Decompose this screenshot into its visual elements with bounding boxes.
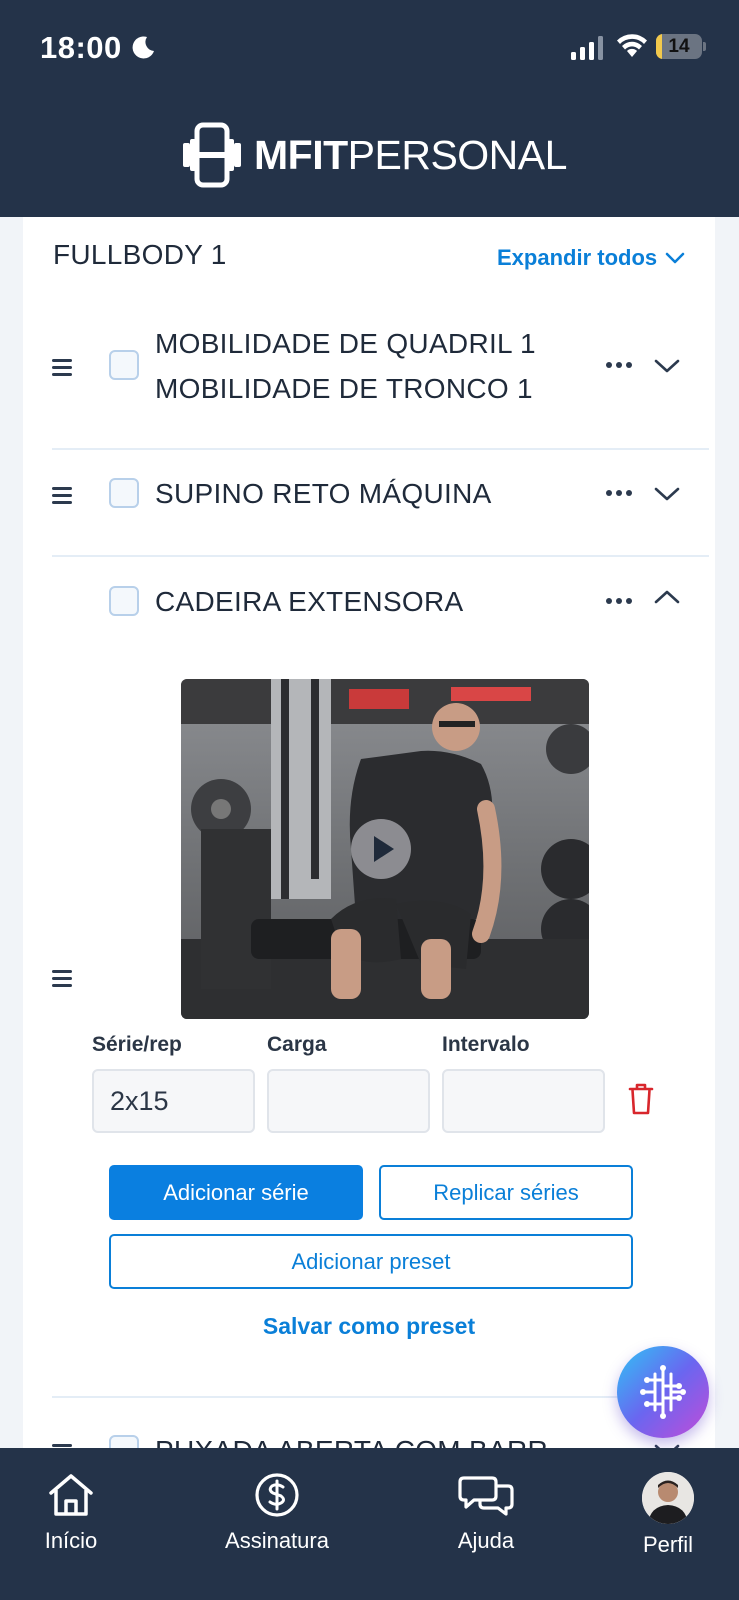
ai-assistant-button[interactable]	[617, 1346, 709, 1438]
reps-input[interactable]: 2x15	[92, 1069, 255, 1133]
exercise-checkbox[interactable]	[109, 586, 139, 616]
nav-home[interactable]: Início	[1, 1472, 141, 1554]
exercise-checkbox[interactable]	[109, 1435, 139, 1449]
nav-profile-label: Perfil	[642, 1532, 694, 1557]
play-icon[interactable]	[350, 818, 412, 880]
drag-handle-icon[interactable]	[52, 969, 74, 989]
user-photo-icon	[642, 1472, 694, 1524]
exercise-name: MOBILIDADE DE QUADRIL 1	[155, 328, 536, 359]
exercise-checkbox[interactable]	[109, 478, 139, 508]
battery-indicator: 14	[656, 34, 702, 59]
save-as-preset-link[interactable]: Salvar como preset	[23, 1313, 715, 1340]
more-options-icon[interactable]	[606, 490, 634, 498]
exercise-name: CADEIRA EXTENSORA	[155, 586, 464, 617]
workout-title: FULLBODY 1	[53, 239, 227, 270]
divider	[52, 448, 709, 450]
brand-light: PERSONAL	[347, 132, 568, 178]
exercise-name: SUPINO RETO MÁQUINA	[155, 478, 492, 509]
rest-label: Intervalo	[442, 1033, 530, 1056]
chevron-down-icon	[665, 252, 685, 264]
drag-handle-icon[interactable]	[52, 486, 74, 506]
nav-subscription-label: Assinatura	[225, 1528, 329, 1553]
wifi-icon	[617, 34, 647, 57]
load-input[interactable]	[267, 1069, 430, 1133]
more-options-icon[interactable]	[606, 362, 634, 370]
nav-subscription[interactable]: Assinatura	[207, 1472, 347, 1554]
more-options-icon[interactable]	[606, 598, 634, 606]
avatar	[642, 1472, 694, 1524]
exercise-checkbox[interactable]	[109, 350, 139, 380]
brand-wordmark: MFITPERSONAL	[254, 128, 567, 182]
rest-input[interactable]	[442, 1069, 605, 1133]
exercise-name: PUXADA ABERTA COM BARR	[155, 1428, 548, 1449]
battery-level: 14	[668, 36, 690, 57]
replicate-series-button[interactable]: Replicar séries	[379, 1165, 633, 1220]
nav-help-label: Ajuda	[457, 1528, 515, 1553]
exercise-name-secondary: MOBILIDADE DE TRONCO 1	[155, 373, 533, 404]
chat-bubbles-icon	[458, 1476, 514, 1516]
circuit-brain-icon	[640, 1365, 686, 1419]
home-icon	[49, 1474, 93, 1516]
bottom-navigation: Início Assinatura Ajuda Perfil	[0, 1448, 739, 1600]
nav-profile[interactable]: Perfil	[598, 1472, 738, 1558]
signal-icon	[571, 36, 603, 60]
reps-label: Série/rep	[92, 1033, 182, 1056]
moon-icon	[132, 36, 154, 59]
status-bar: 18:00 14	[0, 0, 739, 92]
add-series-button[interactable]: Adicionar série	[109, 1165, 363, 1220]
nav-home-label: Início	[44, 1528, 98, 1553]
divider	[52, 555, 709, 557]
trash-icon[interactable]	[627, 1082, 655, 1116]
status-time: 18:00	[40, 30, 122, 65]
divider	[52, 1396, 709, 1398]
workout-card: FULLBODY 1 Expandir todos MOBILIDADE DE …	[23, 217, 715, 1449]
app-header: 18:00 14 MFITPERSONAL	[0, 0, 739, 217]
dumbbell-logo-icon	[183, 122, 241, 188]
nav-help[interactable]: Ajuda	[416, 1472, 556, 1554]
expand-all-button[interactable]: Expandir todos	[497, 245, 685, 271]
add-preset-button[interactable]: Adicionar preset	[109, 1234, 633, 1289]
load-label: Carga	[267, 1033, 327, 1056]
dollar-icon	[255, 1473, 299, 1517]
chevron-up-icon[interactable]	[654, 589, 680, 605]
brand-bold: MFIT	[254, 132, 348, 178]
drag-handle-icon[interactable]	[52, 358, 74, 378]
chevron-down-icon[interactable]	[654, 358, 680, 374]
chevron-down-icon[interactable]	[654, 486, 680, 502]
expand-all-label: Expandir todos	[497, 245, 658, 270]
battery-tip	[703, 42, 706, 51]
